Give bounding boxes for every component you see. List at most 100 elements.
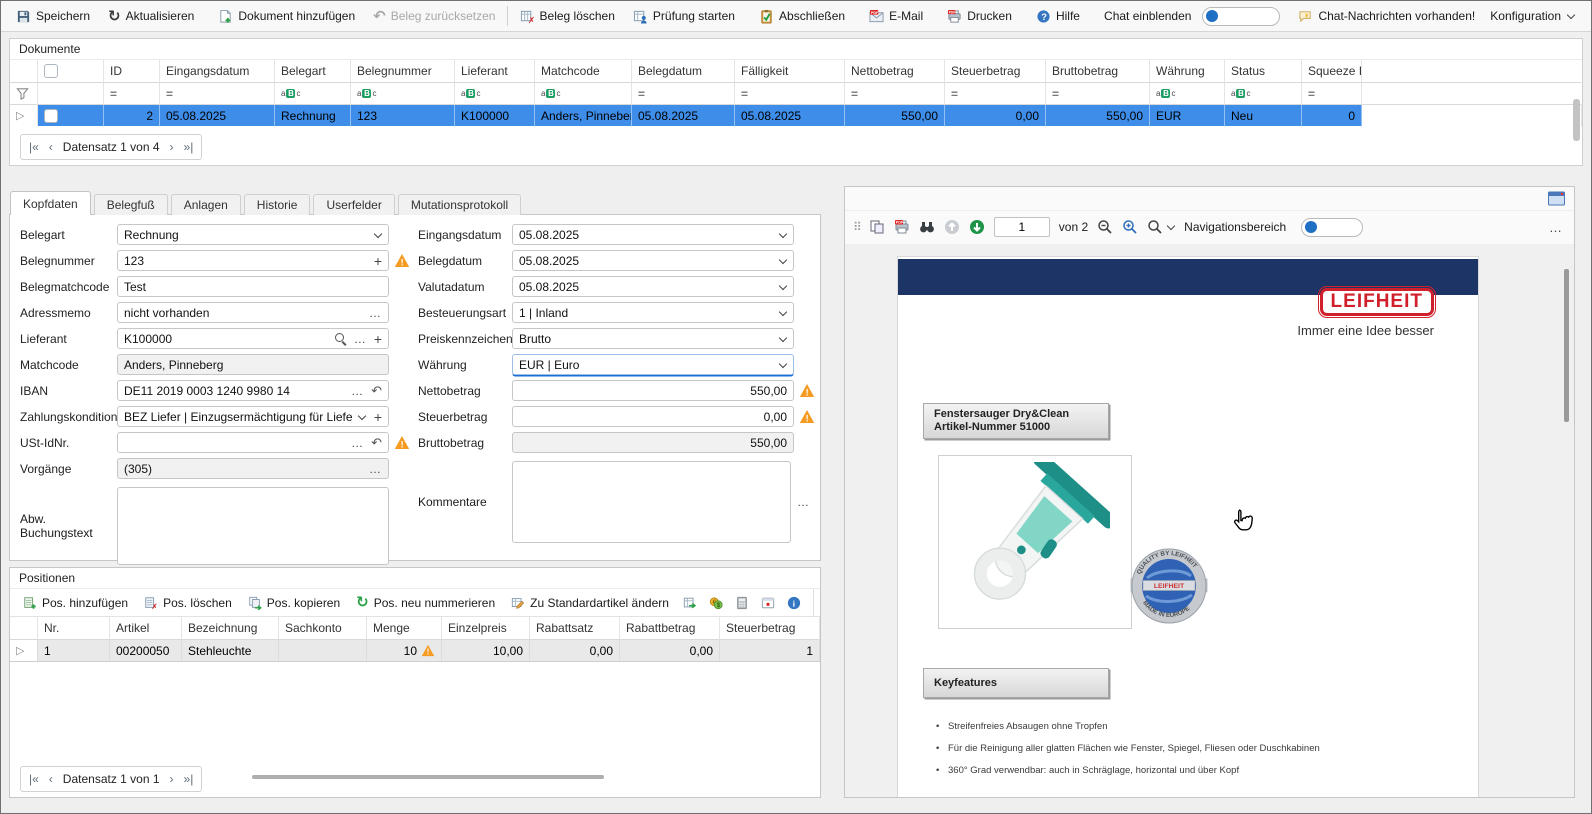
chevron-down-icon[interactable]: [373, 230, 382, 239]
kommentare-textarea[interactable]: [512, 461, 791, 543]
belegart-select[interactable]: Rechnung: [117, 224, 389, 245]
document-view-area[interactable]: LEIFHEIT Immer eine Idee besser Fensters…: [845, 244, 1574, 797]
zahlungskondition-select[interactable]: BEZ Liefer | Einzugsermächtigung für Lie…: [117, 406, 389, 427]
zu-standardartikel-button[interactable]: Zu Standardartikel ändern: [504, 591, 676, 615]
prices-button[interactable]: [704, 591, 728, 615]
ustidnr-input[interactable]: [124, 436, 346, 450]
filter-matchcode[interactable]: aBc: [535, 83, 632, 105]
column-header-waehrung[interactable]: Währung: [1150, 60, 1225, 83]
column-header-einzelpreis[interactable]: Einzelpreis: [442, 617, 530, 640]
filter-waehrung[interactable]: aBc: [1150, 83, 1225, 105]
filter-lieferant[interactable]: aBc: [455, 83, 535, 105]
zoom-out-icon[interactable]: [1097, 219, 1113, 235]
belegmatchcode-field[interactable]: [117, 276, 389, 297]
next-page-icon[interactable]: [969, 219, 985, 235]
search-binoculars-icon[interactable]: [919, 219, 935, 235]
pager-next-button[interactable]: ›: [170, 140, 174, 154]
column-header-belegnummer[interactable]: Belegnummer: [351, 60, 455, 83]
undo-icon[interactable]: ↶: [371, 437, 382, 449]
beleg-loeschen-button[interactable]: Beleg löschen: [511, 3, 624, 29]
preiskennzeichen-select[interactable]: Brutto: [512, 328, 794, 349]
column-header-matchcode[interactable]: Matchcode: [535, 60, 632, 83]
column-header-steuerbetrag[interactable]: Steuerbetrag: [945, 60, 1046, 83]
aktualisieren-button[interactable]: ↻Aktualisieren: [99, 3, 203, 29]
document-row-selected[interactable]: ▷ 2 05.08.2025 Rechnung 123 K100000 Ande…: [10, 105, 1582, 127]
column-header-faelligkeit[interactable]: Fälligkeit: [735, 60, 845, 83]
table-export-button[interactable]: [678, 591, 702, 615]
navigation-area-toggle[interactable]: [1301, 218, 1363, 237]
pos-loeschen-button[interactable]: Pos. löschen: [137, 591, 239, 615]
calculator-button[interactable]: [730, 591, 754, 615]
chevron-down-icon[interactable]: [778, 230, 787, 239]
pager-last-button[interactable]: »|: [184, 140, 194, 154]
drag-handle-icon[interactable]: ⠿: [853, 220, 860, 234]
chevron-down-icon[interactable]: [778, 308, 787, 317]
adressmemo-field[interactable]: nicht vorhanden…: [117, 302, 389, 323]
cell-select[interactable]: [38, 105, 104, 127]
column-header-rabattbetrag[interactable]: Rabattbetrag: [620, 617, 720, 640]
tab-kopfdaten[interactable]: Kopfdaten: [10, 191, 91, 215]
search-icon[interactable]: [335, 333, 347, 345]
besteuerungsart-select[interactable]: 1 | Inland: [512, 302, 794, 323]
filter-id[interactable]: =: [104, 83, 160, 105]
dokument-hinzufuegen-button[interactable]: Dokument hinzufügen: [209, 3, 364, 29]
column-header-menge[interactable]: Menge: [367, 617, 442, 640]
print-icon[interactable]: [894, 219, 910, 235]
abw-buchungstext-textarea[interactable]: [117, 487, 389, 565]
page-number-input[interactable]: [994, 217, 1050, 237]
filter-belegdatum[interactable]: =: [632, 83, 735, 105]
pager-prev-button[interactable]: ‹: [49, 140, 53, 154]
chat-toggle[interactable]: [1202, 7, 1280, 26]
chat-nachrichten-button[interactable]: Chat-Nachrichten vorhanden!: [1289, 3, 1484, 29]
ellipsis-icon[interactable]: …: [369, 465, 382, 473]
pager-first-button[interactable]: |«: [29, 140, 39, 154]
plus-icon[interactable]: +: [374, 255, 382, 267]
plus-icon[interactable]: +: [374, 333, 382, 345]
viewer-scrollbar[interactable]: [1564, 269, 1569, 422]
filter-faelligkeit[interactable]: =: [735, 83, 845, 105]
column-header-rabattsatz[interactable]: Rabattsatz: [530, 617, 620, 640]
positions-horizontal-scrollbar[interactable]: [252, 775, 604, 779]
row-expander[interactable]: ▷: [10, 105, 38, 127]
filter-nettobetrag[interactable]: =: [845, 83, 945, 105]
email-button[interactable]: E-Mail: [860, 3, 932, 29]
row-checkbox[interactable]: [44, 109, 58, 123]
column-header-belegart[interactable]: Belegart: [275, 60, 351, 83]
zoom-in-icon[interactable]: [1122, 219, 1138, 235]
documents-grid-scrollbar[interactable]: [1573, 99, 1580, 141]
header-select-all[interactable]: [38, 60, 104, 83]
zoom-menu[interactable]: [1147, 219, 1175, 235]
chevron-down-icon[interactable]: [778, 360, 787, 369]
viewer-more-menu[interactable]: …: [1549, 220, 1566, 235]
nettobetrag-field[interactable]: [512, 380, 794, 401]
pager-last-button[interactable]: »|: [184, 772, 194, 786]
nettobetrag-input[interactable]: [519, 384, 787, 398]
abschliessen-button[interactable]: Abschließen: [750, 3, 854, 29]
undo-icon[interactable]: ↶: [371, 385, 382, 397]
belegnummer-input[interactable]: [124, 254, 369, 268]
select-all-checkbox[interactable]: [44, 64, 58, 78]
konfiguration-menu[interactable]: Konfiguration: [1490, 9, 1585, 23]
belegdatum-select[interactable]: 05.08.2025: [512, 250, 794, 271]
filter-status[interactable]: aBc: [1225, 83, 1302, 105]
column-header-nr[interactable]: Nr.: [38, 617, 110, 640]
ellipsis-icon[interactable]: …: [369, 309, 382, 317]
hilfe-button[interactable]: Hilfe: [1027, 3, 1089, 29]
speichern-button[interactable]: Speichern: [7, 3, 99, 29]
ellipsis-icon[interactable]: …: [351, 439, 364, 447]
info-button[interactable]: [782, 591, 806, 615]
column-header-bruttobetrag[interactable]: Bruttobetrag: [1046, 60, 1150, 83]
chevron-down-icon[interactable]: [358, 412, 367, 421]
filter-steuerbetrag[interactable]: =: [945, 83, 1046, 105]
valutadatum-select[interactable]: 05.08.2025: [512, 276, 794, 297]
tab-userfelder[interactable]: Userfelder: [313, 194, 394, 215]
waehrung-select[interactable]: EUR | Euro: [512, 354, 794, 375]
ellipsis-icon[interactable]: …: [797, 498, 810, 506]
steuerbetrag-field[interactable]: [512, 406, 794, 427]
pager-next-button[interactable]: ›: [170, 772, 174, 786]
column-header-id[interactable]: ID: [104, 60, 160, 83]
previous-page-icon[interactable]: [944, 219, 960, 235]
position-row[interactable]: ▷ 1 00200050 Stehleuchte 10 10,00 0,00 0…: [10, 640, 820, 662]
column-header-steuerbetrag[interactable]: Steuerbetrag: [720, 617, 820, 640]
eingangsdatum-select[interactable]: 05.08.2025: [512, 224, 794, 245]
